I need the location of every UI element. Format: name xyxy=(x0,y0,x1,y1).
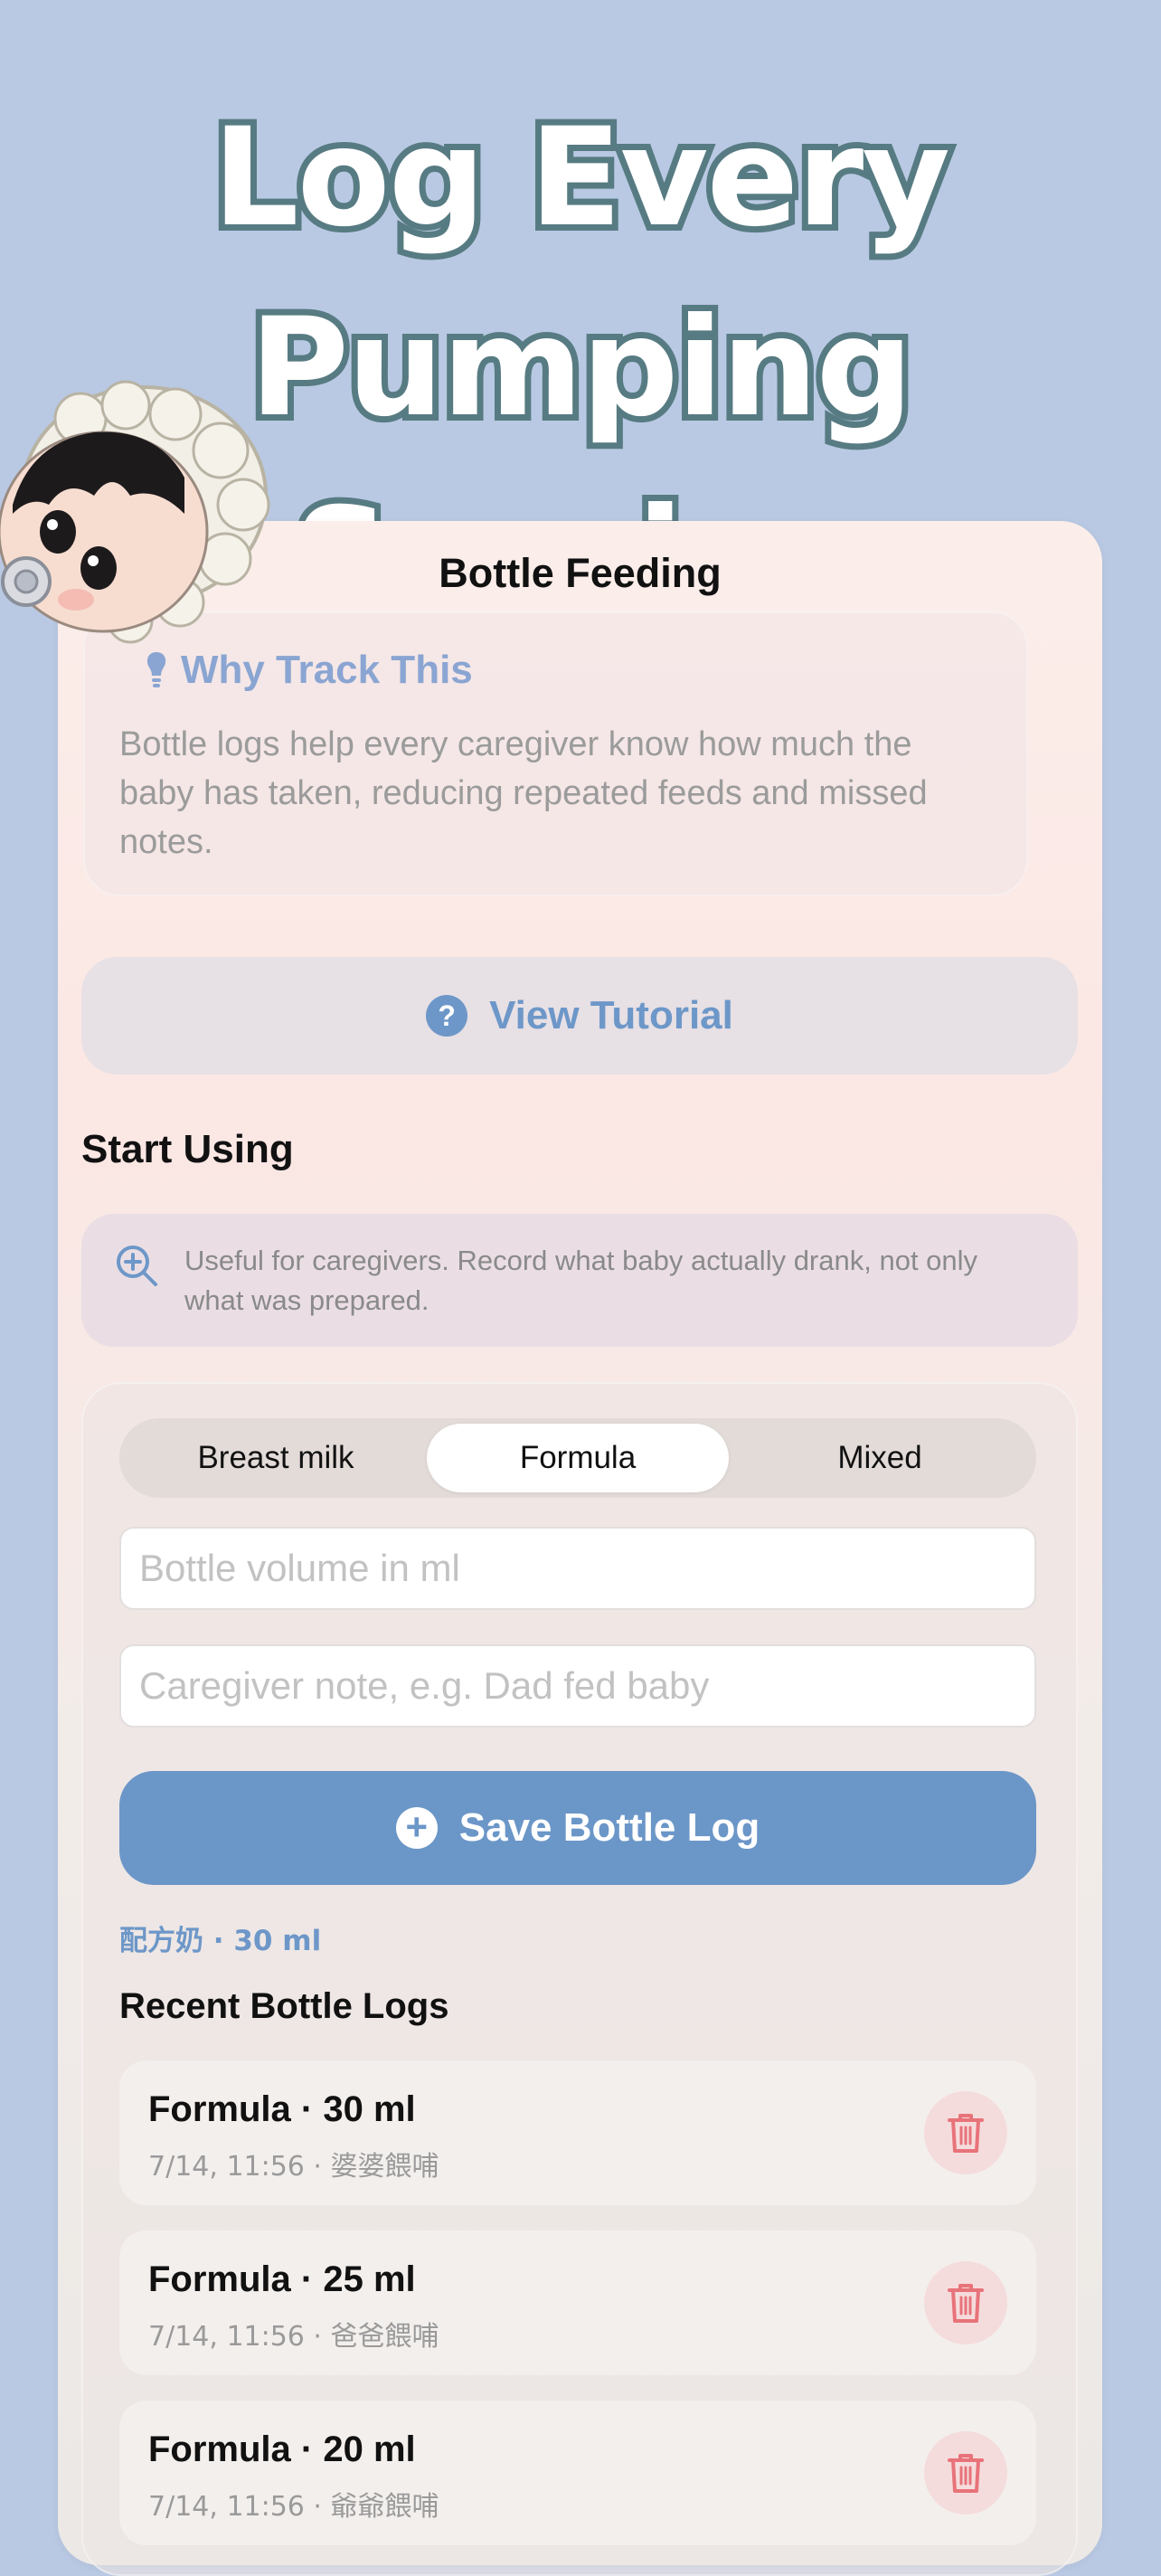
headline-line-1: Log Every xyxy=(206,93,957,263)
delete-log-button[interactable] xyxy=(924,2091,1007,2174)
magnifier-plus-icon xyxy=(117,1245,157,1286)
delete-log-button[interactable] xyxy=(924,2431,1007,2514)
trash-icon xyxy=(948,2114,984,2153)
segment-formula[interactable]: Formula xyxy=(427,1424,729,1492)
baby-mascot-illustration xyxy=(0,380,270,644)
plus-circle-icon: + xyxy=(395,1807,438,1849)
trash-icon xyxy=(948,2284,984,2323)
save-bottle-log-button[interactable]: + Save Bottle Log xyxy=(119,1771,1036,1885)
delete-log-button[interactable] xyxy=(924,2261,1007,2344)
log-list-item: Formula · 20 ml 7/14, 11:56 · 爺爺餵哺 xyxy=(119,2401,1036,2545)
question-circle-icon: ? xyxy=(426,995,468,1037)
current-entry-summary: 配方奶 · 30 ml xyxy=(119,1925,322,1957)
log-list-item: Formula · 30 ml 7/14, 11:56 · 婆婆餵哺 xyxy=(119,2060,1036,2205)
save-bottle-log-label: Save Bottle Log xyxy=(458,1805,760,1850)
caregiver-note-input[interactable] xyxy=(119,1644,1036,1728)
recent-logs-heading: Recent Bottle Logs xyxy=(119,1986,449,2026)
milk-type-segmented-control: Breast milk Formula Mixed xyxy=(119,1418,1036,1498)
bottle-log-form: Breast milk Formula Mixed + Save Bottle … xyxy=(81,1382,1078,2576)
log-item-subtitle: 7/14, 11:56 · 爸爸餵哺 xyxy=(148,2321,439,2353)
segment-mixed[interactable]: Mixed xyxy=(729,1424,1031,1492)
log-item-subtitle: 7/14, 11:56 · 婆婆餵哺 xyxy=(148,2151,439,2183)
bottle-volume-input[interactable] xyxy=(119,1527,1036,1610)
why-track-body: Bottle logs help every caregiver know ho… xyxy=(119,725,928,861)
segment-breast-milk[interactable]: Breast milk xyxy=(125,1424,427,1492)
log-item-subtitle: 7/14, 11:56 · 爺爺餵哺 xyxy=(148,2491,439,2523)
start-using-heading: Start Using xyxy=(81,1127,294,1171)
log-item-title: Formula · 20 ml xyxy=(148,2429,416,2469)
log-list-item: Formula · 25 ml 7/14, 11:56 · 爸爸餵哺 xyxy=(119,2230,1036,2375)
caregiver-tip-text: Useful for caregivers. Record what baby … xyxy=(184,1245,978,1316)
log-item-title: Formula · 25 ml xyxy=(148,2259,416,2299)
view-tutorial-button[interactable]: ? View Tutorial xyxy=(81,957,1078,1075)
trash-icon xyxy=(948,2454,984,2493)
bottle-feeding-card: Bottle Feeding Why Track This Bottle log… xyxy=(58,521,1102,2576)
view-tutorial-label: View Tutorial xyxy=(489,993,733,1037)
log-item-title: Formula · 30 ml xyxy=(148,2089,416,2129)
caregiver-tip-box: Useful for caregivers. Record what baby … xyxy=(81,1214,1078,1347)
